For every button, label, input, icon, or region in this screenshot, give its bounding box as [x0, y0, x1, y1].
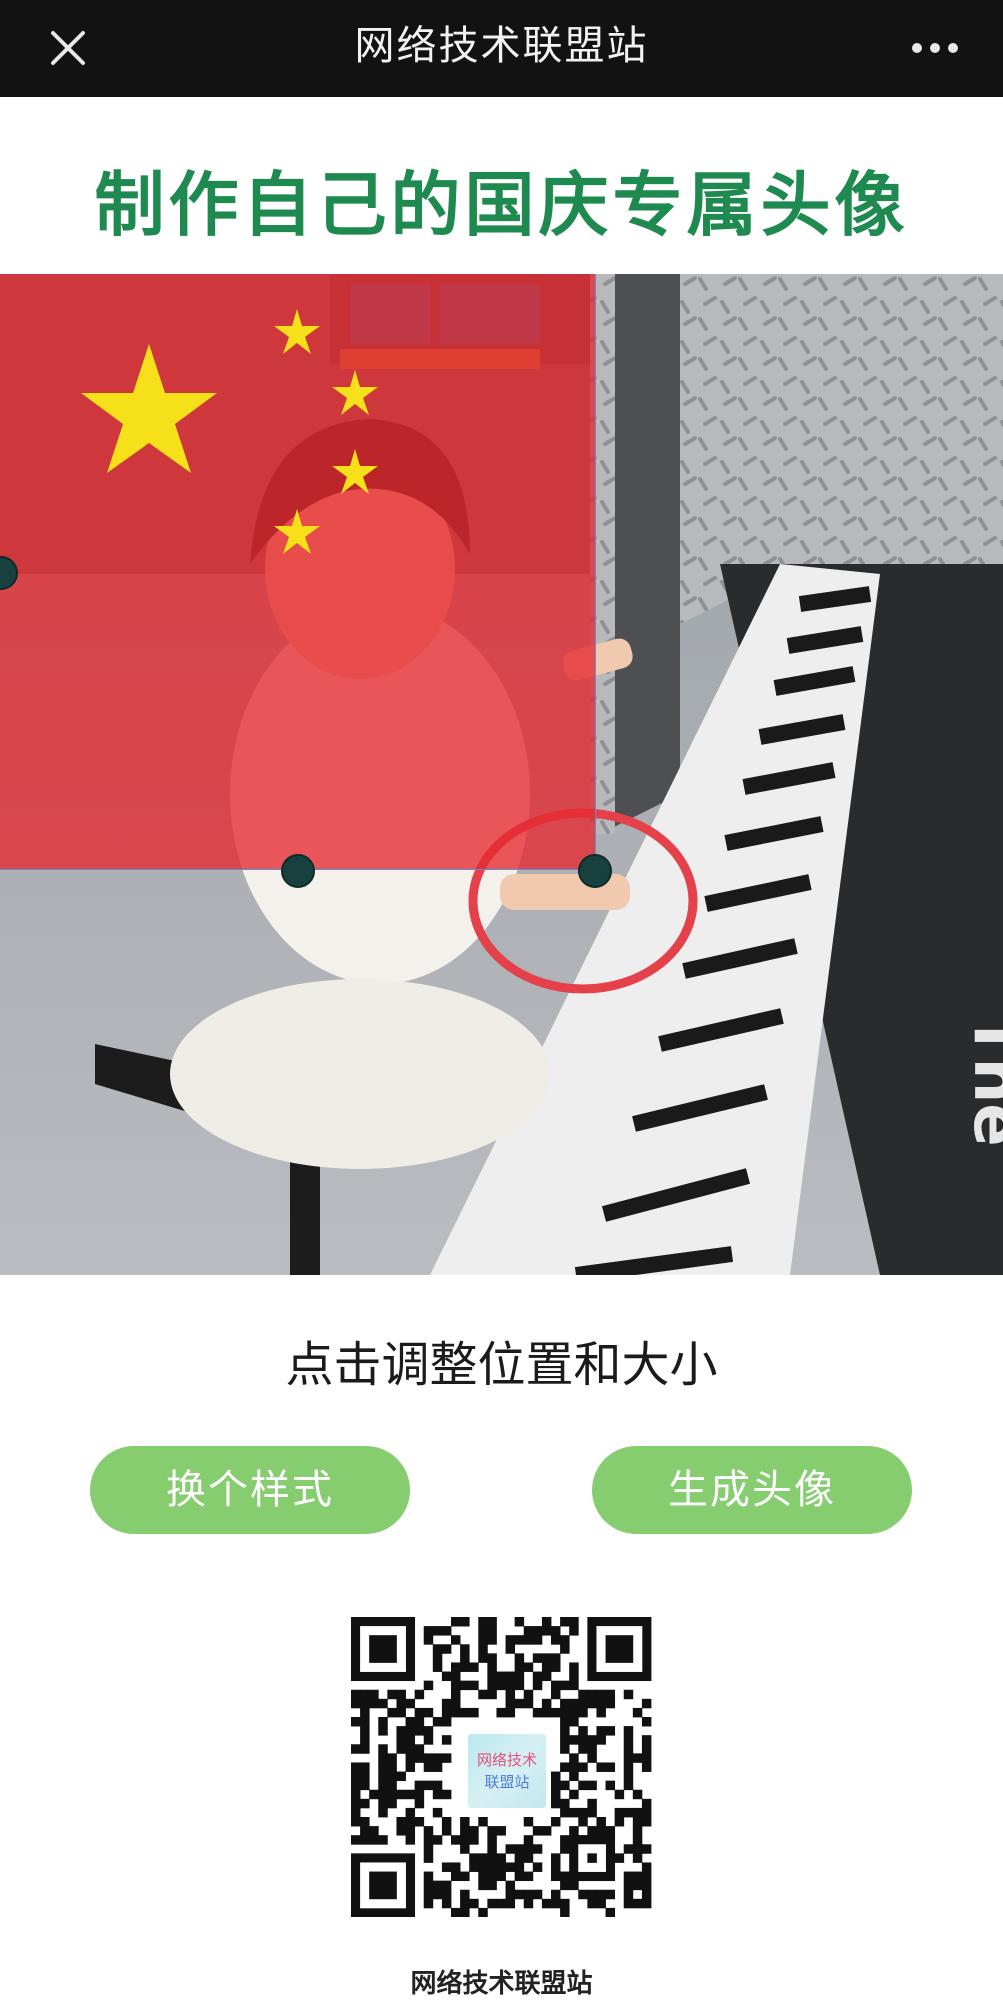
close-icon [51, 31, 85, 65]
resize-handle-corner[interactable] [578, 854, 612, 888]
main-heading: 制作自己的国庆专属头像 [94, 164, 909, 246]
more-horizontal-icon [912, 43, 958, 53]
china-flag-icon [0, 274, 595, 869]
qr-code: 网络技术 联盟站 [347, 1617, 655, 1918]
svg-text:The: The [959, 1014, 1003, 1147]
qr-logo-line-2: 联盟站 [484, 1773, 530, 1791]
flag-sticker[interactable] [0, 274, 612, 888]
generate-avatar-button[interactable]: 生成头像 [592, 1446, 912, 1534]
close-button[interactable] [40, 20, 96, 76]
adjust-hint: 点击调整位置和大小 [285, 1337, 718, 1393]
change-style-button[interactable]: 换个样式 [90, 1446, 410, 1534]
qr-logo: 网络技术 联盟站 [465, 1731, 549, 1811]
top-nav-bar: 网络技术联盟站 [0, 0, 1003, 97]
avatar-editor-canvas[interactable]: The [0, 274, 1003, 1275]
page-title: 网络技术联盟站 [354, 23, 649, 69]
footer-site-name: 网络技术联盟站 [410, 1969, 593, 1999]
resize-handle-bottom[interactable] [281, 854, 315, 888]
qr-logo-line-1: 网络技术 [477, 1751, 538, 1769]
more-button[interactable] [903, 22, 967, 74]
